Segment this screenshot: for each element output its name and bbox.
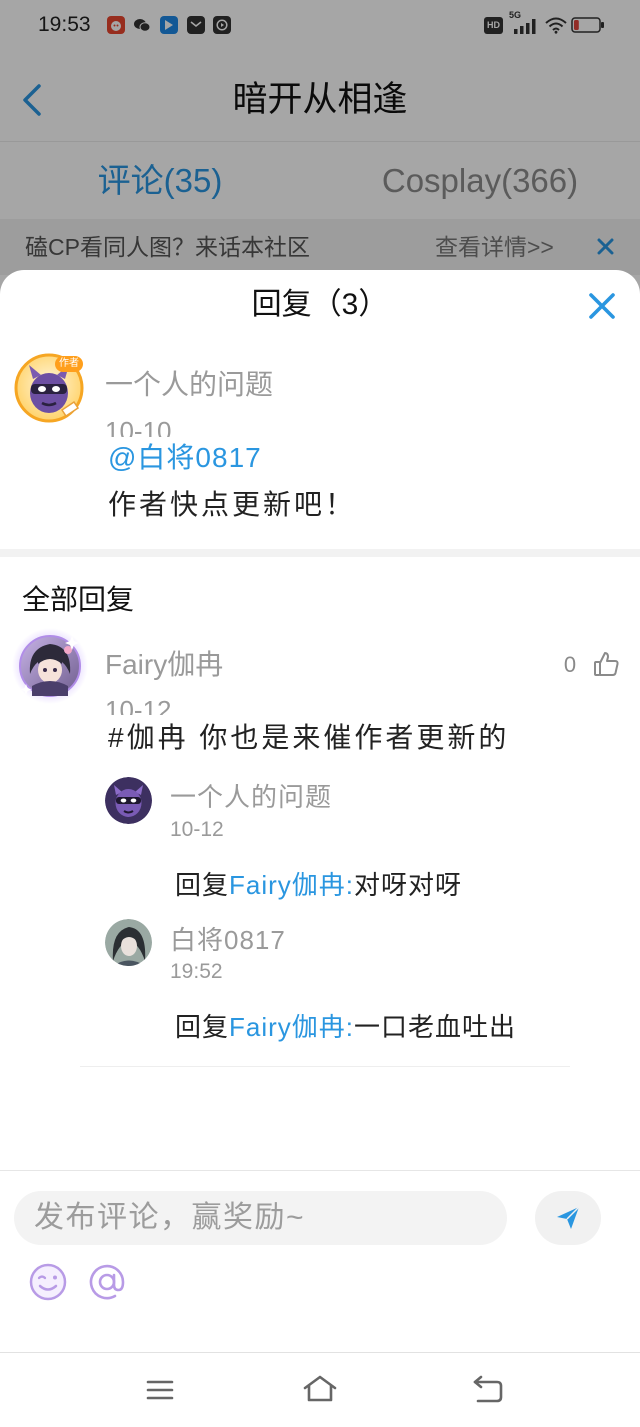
- reply-avatar[interactable]: [12, 628, 88, 704]
- original-comment-date: 10-10: [105, 416, 172, 437]
- sub-reply-body: 对呀对呀: [354, 870, 463, 900]
- reply-user-name[interactable]: Fairy伽冉: [105, 647, 223, 683]
- section-divider: [0, 549, 640, 557]
- system-nav-bar: [0, 1352, 640, 1427]
- reply-prefix: 回复: [175, 1012, 230, 1042]
- author-badge: 作者: [55, 356, 83, 372]
- sub-reply-user-name[interactable]: 白将0817: [170, 925, 286, 955]
- sub-reply-body: 一口老血吐出: [354, 1012, 517, 1042]
- all-replies-heading: 全部回复: [22, 584, 135, 615]
- nav-home-button[interactable]: [302, 1373, 338, 1403]
- reply-date: 10-12: [105, 695, 172, 715]
- nav-menu-button[interactable]: [146, 1379, 174, 1401]
- reply-divider: [80, 1066, 570, 1067]
- home-icon: [303, 1375, 337, 1402]
- reply-prefix: 回复: [175, 870, 230, 900]
- reply-text[interactable]: #伽冉 你也是来催作者更新的: [108, 720, 509, 756]
- at-icon: [89, 1264, 125, 1300]
- mention-link[interactable]: @白将0817: [108, 440, 262, 476]
- sub-reply-avatar[interactable]: [105, 919, 152, 966]
- original-comment-user-name[interactable]: 一个人的问题: [105, 367, 273, 403]
- screen: 19:53 HD 5G 暗开从相逢 评论(35) Cosplay(366) 磕C…: [0, 0, 640, 1427]
- sub-reply-date: 10-12: [170, 818, 224, 841]
- sub-reply-user-name[interactable]: 一个人的问题: [170, 782, 332, 812]
- sub-reply-text[interactable]: 回复Fairy伽冉:对呀对呀: [175, 869, 462, 901]
- emoji-button[interactable]: [28, 1262, 68, 1302]
- sheet-title: 回复（3）: [251, 288, 389, 321]
- thumbs-up-icon: [594, 652, 619, 676]
- sub-reply-date: 19:52: [170, 960, 223, 983]
- comment-composer: [0, 1170, 640, 1352]
- sheet-close-button[interactable]: [587, 291, 617, 321]
- reply-date-wrap: 10-12: [105, 695, 215, 715]
- mention-button[interactable]: [86, 1261, 128, 1303]
- send-icon: [557, 1206, 580, 1229]
- menu-icon: [146, 1380, 174, 1400]
- back-icon: [473, 1375, 503, 1403]
- emoji-icon: [29, 1263, 67, 1301]
- reply-target-link[interactable]: Fairy伽冉:: [229, 1012, 354, 1042]
- sub-reply-text[interactable]: 回复Fairy伽冉:一口老血吐出: [175, 1011, 516, 1043]
- sub-reply-avatar[interactable]: [105, 777, 152, 824]
- reply-sheet: 回复（3） 作者 一个人的问题 10-10 @白将0817 作者快点更新吧！ 全…: [0, 270, 640, 1352]
- like-count: 0: [563, 652, 577, 677]
- like-button[interactable]: [592, 650, 620, 678]
- nav-back-button[interactable]: [472, 1375, 504, 1403]
- close-icon: [589, 293, 615, 319]
- original-comment-text[interactable]: 作者快点更新吧！: [108, 487, 356, 523]
- reply-target-link[interactable]: Fairy伽冉:: [229, 870, 354, 900]
- original-comment-date-wrap: 10-10: [105, 416, 215, 437]
- comment-input[interactable]: [14, 1191, 507, 1245]
- send-button[interactable]: [535, 1191, 601, 1245]
